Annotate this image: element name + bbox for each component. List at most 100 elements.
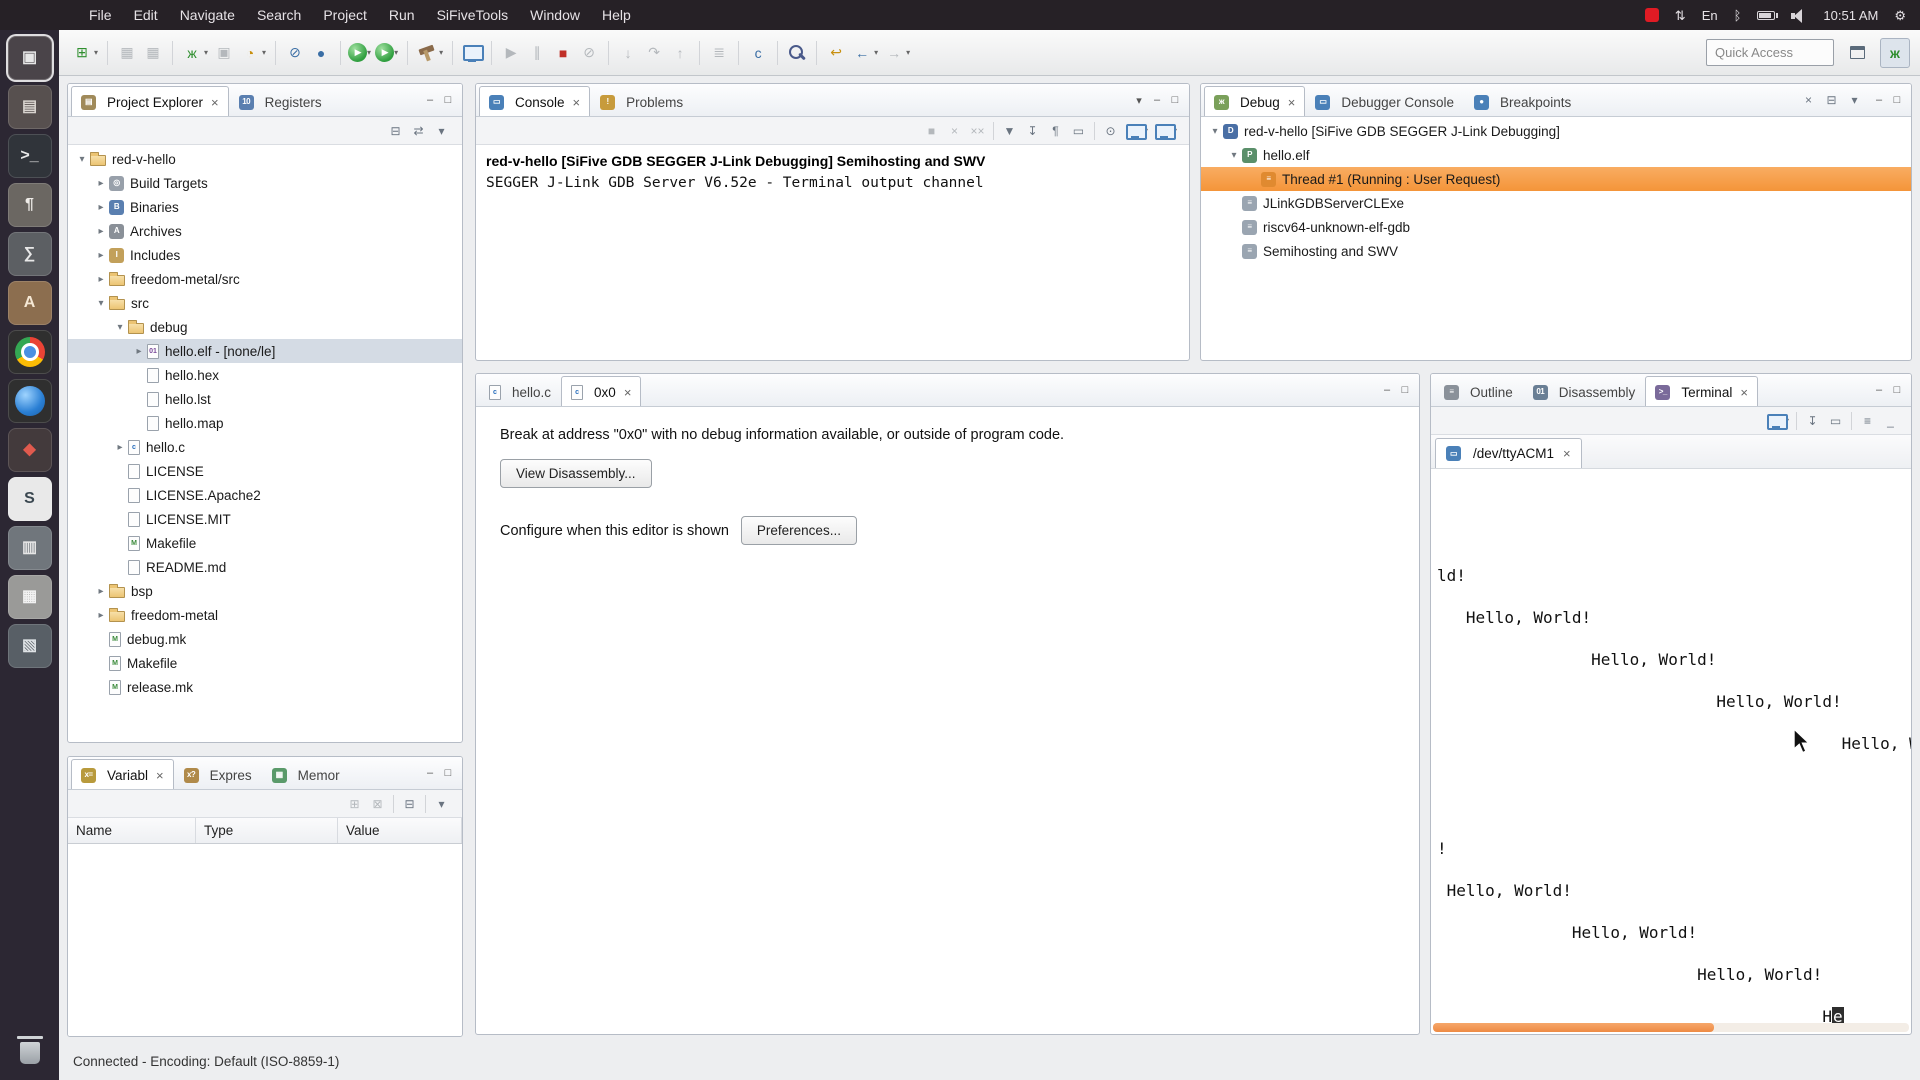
expander-collapsed-icon[interactable]: ▸ xyxy=(93,250,109,261)
explorer-item-license-mit[interactable]: LICENSE.MIT xyxy=(68,507,462,531)
debug-item-thread-1-running-user-request[interactable]: ≡Thread #1 (Running : User Request) xyxy=(1201,167,1911,191)
expander-collapsed-icon[interactable]: ▸ xyxy=(131,346,147,357)
explorer-item-license-apache2[interactable]: LICENSE.Apache2 xyxy=(68,483,462,507)
tab-debugger-console[interactable]: ▭ Debugger Console xyxy=(1305,86,1464,116)
debug-launch-button[interactable]: ж xyxy=(180,41,204,65)
maximize-icon[interactable]: □ xyxy=(1396,381,1414,399)
collapse-all-button[interactable]: ⊟ xyxy=(1821,90,1842,111)
explorer-item-hello-elf-none-le[interactable]: ▸01hello.elf - [none/le] xyxy=(68,339,462,363)
new-button[interactable]: ⊞ xyxy=(70,41,94,65)
back-button[interactable]: ← xyxy=(850,41,874,65)
run-dropdown-icon[interactable]: ▾ xyxy=(367,48,371,57)
launcher-icon-software-center[interactable]: A xyxy=(8,281,52,325)
explorer-item-makefile[interactable]: MMakefile xyxy=(68,651,462,675)
pin-console-button[interactable]: ⊙ xyxy=(1100,120,1121,141)
tab-project-explorer[interactable]: ▤ Project Explorer × xyxy=(71,86,229,116)
launcher-icon-archive-manager[interactable]: ▦ xyxy=(8,575,52,619)
tab-registers[interactable]: 10 Registers xyxy=(229,86,332,116)
scroll-lock-button[interactable]: ↧ xyxy=(1802,410,1823,431)
column-header-type[interactable]: Type xyxy=(196,818,338,843)
view-menu-button[interactable]: ▾ xyxy=(431,793,452,814)
launcher-icon-segger-jlink[interactable]: S xyxy=(8,477,52,521)
new-c-file-button[interactable]: c xyxy=(746,41,770,65)
remove-all-launches-button[interactable]: ×× xyxy=(967,120,988,141)
terminate-and-relaunch-button[interactable]: ▣ xyxy=(212,41,236,65)
terminal-settings-button[interactable]: ≡ xyxy=(1857,410,1878,431)
remove-launch-button[interactable]: × xyxy=(944,120,965,141)
debug-perspective-button[interactable]: ж xyxy=(1880,38,1910,68)
terminal-session-tab[interactable]: ▭ /dev/ttyACM1 × xyxy=(1435,438,1582,468)
terminal-horizontal-scrollbar[interactable] xyxy=(1433,1023,1909,1032)
close-icon[interactable]: × xyxy=(573,96,581,109)
trash-icon[interactable] xyxy=(8,1028,52,1072)
view-menu-icon[interactable]: ▾ xyxy=(1130,91,1148,109)
explorer-item-red-v-hello[interactable]: ▾red-v-hello xyxy=(68,147,462,171)
instruction-stepping-button[interactable]: ≣ xyxy=(707,41,731,65)
menu-file[interactable]: File xyxy=(78,0,123,30)
forward-dropdown-icon[interactable]: ▾ xyxy=(906,48,910,57)
step-return-button[interactable]: ↑ xyxy=(668,41,692,65)
open-perspective-button[interactable] xyxy=(1842,38,1872,68)
step-over-button[interactable]: ↷ xyxy=(642,41,666,65)
clear-terminal-button[interactable]: ▭ xyxy=(1825,410,1846,431)
expander-collapsed-icon[interactable]: ▸ xyxy=(93,610,109,621)
launcher-icon-chrome[interactable] xyxy=(8,330,52,374)
disconnect-button[interactable]: ⊘ xyxy=(577,41,601,65)
toggle-command-input-button[interactable]: _ xyxy=(1880,410,1901,431)
run-button[interactable] xyxy=(348,43,367,62)
external-tools-dropdown-icon[interactable]: ▾ xyxy=(394,48,398,57)
tab-variables[interactable]: x= Variabl × xyxy=(71,759,174,789)
close-icon[interactable]: × xyxy=(1563,447,1571,460)
tab-expressions[interactable]: x? Expres xyxy=(174,759,262,789)
collapse-all-button[interactable]: ⊟ xyxy=(385,120,406,141)
view-menu-button[interactable]: ▾ xyxy=(1844,90,1865,111)
explorer-item-includes[interactable]: ▸IIncludes xyxy=(68,243,462,267)
clock[interactable]: 10:51 AM xyxy=(1823,8,1878,23)
console-output[interactable]: red-v-hello [SiFive GDB SEGGER J-Link De… xyxy=(476,145,1189,360)
launcher-icon-sifive-tool[interactable]: ◆ xyxy=(8,428,52,472)
debug-launch-dropdown-icon[interactable]: ▾ xyxy=(204,48,208,57)
tab-disassembly[interactable]: 01 Disassembly xyxy=(1523,376,1646,406)
volume-icon[interactable] xyxy=(1791,9,1807,22)
remove-all-terminated-button[interactable]: × xyxy=(1798,90,1819,111)
show-console-on-output-button[interactable]: ▼ xyxy=(999,120,1020,141)
expander-collapsed-icon[interactable]: ▸ xyxy=(93,178,109,189)
explorer-item-freedom-metal[interactable]: ▸freedom-metal xyxy=(68,603,462,627)
bluetooth-icon[interactable]: ᛒ xyxy=(1734,9,1742,22)
expander-collapsed-icon[interactable]: ▸ xyxy=(93,586,109,597)
save-all-button[interactable]: ▦ xyxy=(141,41,165,65)
quick-access-input[interactable] xyxy=(1706,39,1834,66)
explorer-item-debug[interactable]: ▾debug xyxy=(68,315,462,339)
word-wrap-button[interactable]: ¶ xyxy=(1045,120,1066,141)
recording-indicator-icon[interactable] xyxy=(1645,8,1659,22)
tab-memory[interactable]: ▦ Memor xyxy=(262,759,350,789)
launcher-icon-usb-creator[interactable]: ▧ xyxy=(8,624,52,668)
debug-item-riscv64-unknown-elf-gdb[interactable]: ≡riscv64-unknown-elf-gdb xyxy=(1201,215,1911,239)
launcher-icon-web-browser[interactable] xyxy=(8,379,52,423)
menu-help[interactable]: Help xyxy=(591,0,642,30)
session-menu-icon[interactable]: ⚙ xyxy=(1894,9,1906,22)
open-console-dropdown-button[interactable] xyxy=(1152,120,1173,141)
explorer-item-freedom-metal-src[interactable]: ▸freedom-metal/src xyxy=(68,267,462,291)
debug-item-semihosting-and-swv[interactable]: ≡Semihosting and SWV xyxy=(1201,239,1911,263)
toggle-breakpoint-button[interactable]: ● xyxy=(309,41,333,65)
explorer-item-binaries[interactable]: ▸BBinaries xyxy=(68,195,462,219)
tab-0x0[interactable]: c 0x0 × xyxy=(561,376,641,406)
resume-button[interactable]: ▶ xyxy=(499,41,523,65)
debug-item-hello-elf[interactable]: ▾Phello.elf xyxy=(1201,143,1911,167)
menu-navigate[interactable]: Navigate xyxy=(169,0,246,30)
maximize-icon[interactable]: □ xyxy=(1888,381,1906,399)
explorer-item-license[interactable]: LICENSE xyxy=(68,459,462,483)
column-header-name[interactable]: Name xyxy=(68,818,196,843)
suspend-button[interactable]: ∥ xyxy=(525,41,549,65)
menu-search[interactable]: Search xyxy=(246,0,312,30)
launcher-icon-text-editor[interactable]: ¶ xyxy=(8,183,52,227)
forward-button[interactable]: → xyxy=(882,41,906,65)
maximize-icon[interactable]: □ xyxy=(1888,91,1906,109)
close-icon[interactable]: × xyxy=(624,386,632,399)
show-type-names-button[interactable]: ⊞ xyxy=(344,793,365,814)
explorer-item-debug-mk[interactable]: Mdebug.mk xyxy=(68,627,462,651)
battery-icon[interactable] xyxy=(1757,11,1775,20)
variables-table-body[interactable] xyxy=(68,844,462,1036)
explorer-item-bsp[interactable]: ▸bsp xyxy=(68,579,462,603)
